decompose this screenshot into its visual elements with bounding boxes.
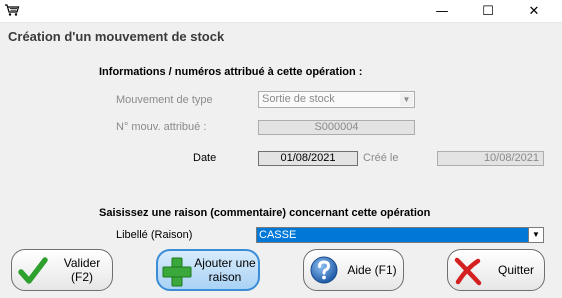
type-combo[interactable]: Sortie de stock ▼: [258, 91, 415, 108]
title-bar: — ☐ ✕: [0, 0, 562, 22]
validate-button[interactable]: Valider (F2): [11, 249, 113, 291]
date-label: Date: [193, 152, 217, 164]
reason-label: Libellé (Raison): [116, 229, 193, 241]
help-button[interactable]: Aide (F1): [303, 249, 404, 291]
cross-icon: [453, 256, 483, 289]
form-title: Création d'un mouvement de stock: [8, 29, 225, 44]
close-button[interactable]: ✕: [512, 0, 556, 22]
help-icon: [309, 255, 339, 288]
quit-button[interactable]: Quitter: [447, 249, 545, 291]
reason-combo[interactable]: CASSE ▼: [256, 227, 544, 243]
minimize-button[interactable]: —: [420, 0, 464, 22]
help-label: Aide (F1): [347, 263, 397, 277]
num-field: S000004: [258, 120, 415, 135]
add-reason-button[interactable]: Ajouter une raison: [156, 249, 260, 291]
cart-icon: [4, 3, 20, 17]
created-field: 10/08/2021: [437, 151, 544, 166]
type-value: Sortie de stock: [262, 93, 335, 105]
maximize-button[interactable]: ☐: [466, 0, 510, 22]
date-field[interactable]: 01/08/2021: [258, 151, 358, 166]
section-reason-heading: Saisissez une raison (commentaire) conce…: [99, 207, 431, 219]
add-reason-label: Ajouter une raison: [194, 256, 256, 284]
checkmark-icon: [18, 256, 48, 289]
quit-label: Quitter: [497, 263, 534, 277]
chevron-down-icon[interactable]: ▼: [528, 228, 543, 242]
section-info-heading: Informations / numéros attribué à cette …: [99, 66, 363, 78]
type-label: Mouvement de type: [116, 94, 213, 106]
validate-label: Valider (F2): [63, 256, 101, 284]
plus-icon: [162, 257, 192, 290]
reason-value: CASSE: [259, 229, 297, 241]
num-label: N° mouv. attribué :: [116, 121, 207, 133]
created-label: Créé le: [363, 152, 399, 164]
form-body: Création d'un mouvement de stock Informa…: [0, 22, 562, 298]
chevron-down-icon[interactable]: ▼: [400, 93, 413, 106]
